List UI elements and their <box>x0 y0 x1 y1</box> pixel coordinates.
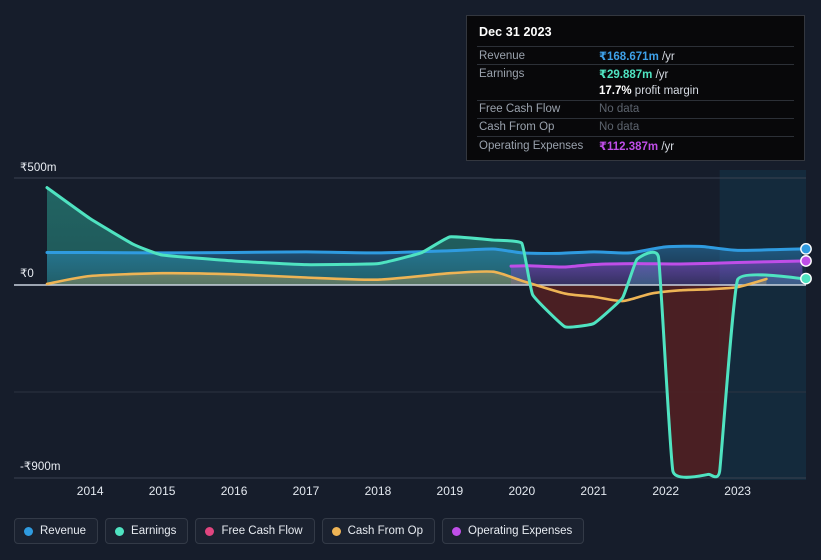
x-axis-tick-label: 2021 <box>580 484 608 498</box>
tooltip-row-value: No data <box>599 121 640 134</box>
x-axis-tick-label: 2023 <box>724 484 751 498</box>
tooltip-row: 17.7% profit margin <box>477 82 794 99</box>
series-end-markers[interactable] <box>800 243 812 285</box>
legend-item-label: Earnings <box>131 525 177 537</box>
tooltip-row-value: ₹112.387m /yr <box>599 140 675 153</box>
tooltip-row-value: ₹168.671m /yr <box>599 50 675 63</box>
tooltip-row: Earnings ₹29.887m /yr <box>477 64 794 82</box>
tooltip-row: Cash From Op No data <box>477 117 794 136</box>
legend-item-label: Revenue <box>40 525 87 537</box>
y-axis-label-zero: ₹0 <box>20 268 34 280</box>
legend-item-revenue[interactable]: Revenue <box>14 518 99 544</box>
end-marker-operating-expenses[interactable] <box>800 255 812 267</box>
legend-item-label: Cash From Op <box>347 525 424 537</box>
x-axis-tick-label: 2020 <box>508 484 536 498</box>
x-axis-tick-label: 2017 <box>292 484 320 498</box>
tooltip-row-value: ₹29.887m /yr <box>599 68 669 81</box>
tooltip-row-label: Cash From Op <box>479 121 555 134</box>
legend-item-cash-from-op[interactable]: Cash From Op <box>321 518 436 544</box>
chart-screenshot: ₹500m ₹0 -₹900m 2014 2015 2016 2017 2018 2019… <box>0 0 821 560</box>
legend-dot-icon <box>452 526 462 536</box>
tooltip-date: Dec 31 2023 <box>479 25 552 39</box>
legend-dot-icon <box>115 526 125 536</box>
end-marker-earnings[interactable] <box>800 272 812 285</box>
legend-item-label: Operating Expenses <box>468 525 573 537</box>
legend-dot-icon <box>331 526 341 536</box>
tooltip-row-value: No data <box>599 103 640 116</box>
x-axis-tick-label: 2016 <box>220 484 248 498</box>
tooltip-row: Operating Expenses ₹112.387m /yr <box>477 135 794 154</box>
legend-item-label: Free Cash Flow <box>221 525 303 537</box>
x-axis-tick-label: 2014 <box>76 484 104 498</box>
end-marker-revenue[interactable] <box>800 243 812 255</box>
x-axis-tick-label: 2018 <box>364 484 392 498</box>
x-axis-tick-label: 2022 <box>652 484 680 498</box>
tooltip-rows: Revenue ₹168.671m /yr Earnings ₹29.887m /yr… <box>477 46 794 154</box>
tooltip-row-value: 17.7% profit margin <box>599 84 699 97</box>
y-axis-label-bottom: -₹900m <box>20 461 61 473</box>
legend-item-operating-expenses[interactable]: Operating Expenses <box>442 518 585 544</box>
legend-dot-icon <box>24 526 33 536</box>
tooltip-row: Free Cash Flow No data <box>477 99 794 118</box>
tooltip-row: Revenue ₹168.671m /yr <box>477 46 794 64</box>
chart-plot-area[interactable] <box>0 170 821 480</box>
tooltip-row-label: Operating Expenses <box>479 139 584 152</box>
legend-item-earnings[interactable]: Earnings <box>105 518 189 544</box>
tooltip-row-label: Earnings <box>479 67 525 80</box>
legend-item-free-cash-flow[interactable]: Free Cash Flow <box>195 518 315 544</box>
negative-earnings-fill <box>47 285 803 478</box>
x-axis-tick-label: 2015 <box>148 484 176 498</box>
chart-svg <box>14 170 812 480</box>
x-axis-tick-label: 2019 <box>436 484 464 498</box>
tooltip-row-label: Revenue <box>479 49 526 62</box>
tooltip-row-label: Free Cash Flow <box>479 103 561 116</box>
financial-tooltip: Dec 31 2023 Revenue ₹168.671m /yr Earnings… <box>466 15 805 162</box>
legend-dot-icon <box>205 526 215 536</box>
y-axis-label-top: ₹500m <box>20 162 57 174</box>
chart-legend[interactable]: Revenue Earnings Free Cash Flow Cash From O… <box>14 518 585 544</box>
